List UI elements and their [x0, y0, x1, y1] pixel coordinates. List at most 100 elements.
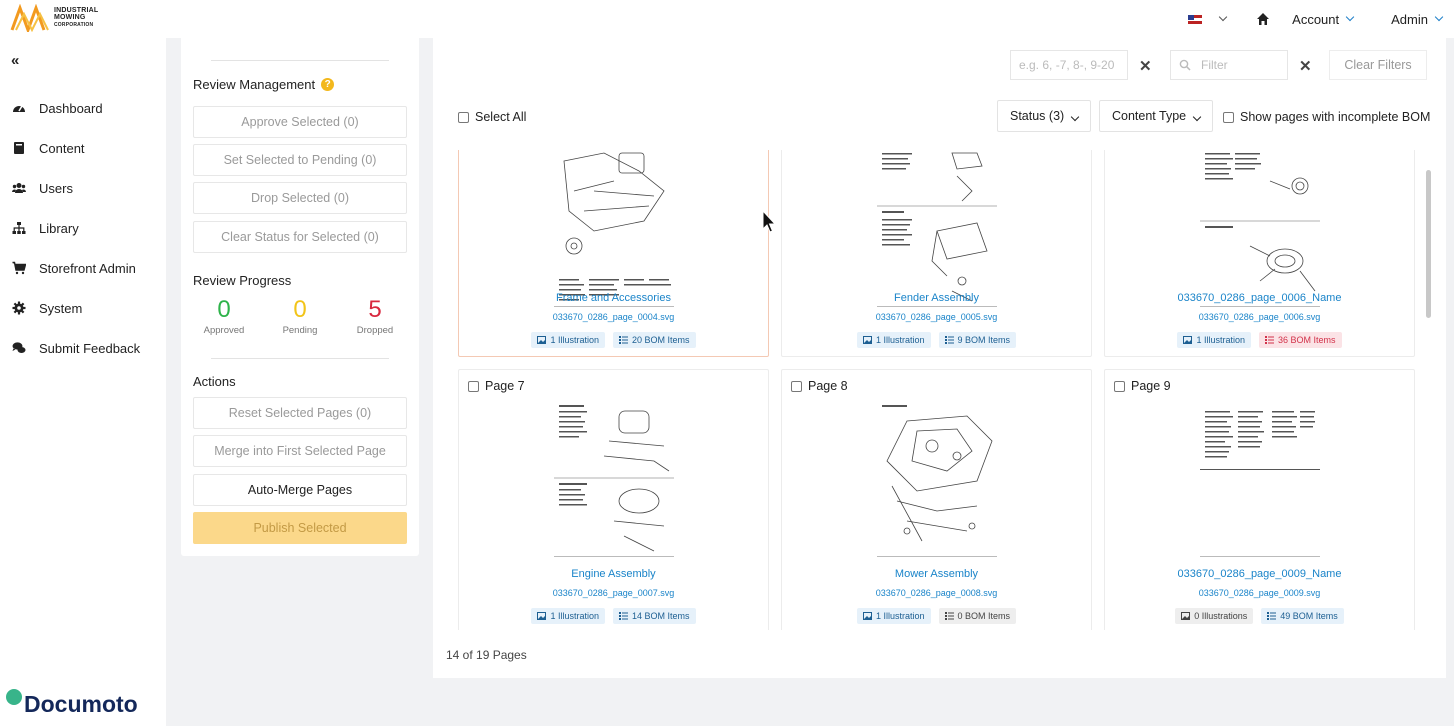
logo-line-3: CORPORATION	[54, 21, 94, 28]
publish-selected-button[interactable]: Publish Selected	[193, 512, 407, 544]
page-thumbnail[interactable]	[1200, 151, 1320, 308]
page-label: Page 8	[808, 379, 848, 393]
clear-filter-icon[interactable]: ✕	[1299, 57, 1312, 75]
sidebar-item-submit-feedback[interactable]: Submit Feedback	[0, 328, 166, 368]
clear-status-button[interactable]: Clear Status for Selected (0)	[193, 221, 407, 253]
users-icon	[12, 183, 26, 193]
checkbox-box[interactable]	[458, 112, 469, 124]
page-count: 14 of 19 Pages	[446, 648, 527, 662]
language-selector[interactable]	[1188, 12, 1228, 24]
top-nav: Account Admin	[1188, 0, 1454, 38]
card-tags: 1 Illustration 9 BOM Items	[782, 332, 1091, 348]
comments-icon	[12, 342, 26, 353]
sidebar-item-system[interactable]: System	[0, 288, 166, 328]
page-card[interactable]: Page 7 Engine Assembly 033670_0286_page_…	[458, 369, 769, 630]
checkbox-box[interactable]	[791, 381, 802, 393]
content-type-dropdown[interactable]: Content Type	[1099, 100, 1214, 132]
sidebar-item-label: Content	[39, 140, 85, 156]
page-thumbnail[interactable]	[554, 401, 674, 558]
page-thumbnail[interactable]	[877, 151, 997, 308]
illustration-count: 1 Illustration	[1196, 335, 1245, 345]
page-checkbox[interactable]: Page 8	[791, 379, 848, 393]
illustration-tag: 1 Illustration	[1177, 332, 1251, 348]
grid-scrollbar[interactable]	[1426, 170, 1431, 318]
card-title[interactable]: Frame and Accessories	[459, 292, 768, 304]
merge-pages-button[interactable]: Merge into First Selected Page	[193, 435, 407, 467]
sidebar-item-label: Users	[39, 180, 73, 196]
company-logo[interactable]: INDUSTRIAL MOWING CORPORATION	[10, 4, 98, 32]
list-icon	[619, 612, 628, 620]
image-icon	[862, 336, 872, 344]
illustration-tag: 1 Illustration	[531, 608, 605, 624]
card-title[interactable]: 033670_0286_page_0006_Name	[1105, 292, 1414, 304]
logo-mark-icon	[10, 4, 49, 32]
set-pending-button[interactable]: Set Selected to Pending (0)	[193, 144, 407, 176]
illustration-tag: 1 Illustration	[856, 608, 931, 624]
chevron-down-icon	[1070, 112, 1080, 122]
card-filename: 033670_0286_page_0006.svg	[1198, 312, 1321, 322]
pending-count: 0	[293, 296, 307, 323]
page-thumbnail[interactable]	[877, 401, 997, 558]
page-card[interactable]: Fender Assembly 033670_0286_page_0005.sv…	[781, 150, 1092, 357]
clear-filters-button[interactable]: Clear Filters	[1329, 50, 1427, 80]
page-card[interactable]: Frame and Accessories 033670_0286_page_0…	[458, 150, 769, 357]
bom-tag: 0 BOM Items	[938, 608, 1017, 624]
sidebar-item-content[interactable]: Content	[0, 128, 166, 168]
gauge-icon	[13, 105, 25, 112]
clear-range-icon[interactable]: ✕	[1139, 57, 1152, 75]
card-filename: 033670_0286_page_0004.svg	[552, 312, 675, 322]
checkbox-box[interactable]	[1223, 112, 1234, 124]
sidebar-menu: Dashboard Content Users Library Storefro…	[0, 88, 166, 368]
card-title[interactable]: 033670_0286_page_0009_Name	[1105, 568, 1414, 580]
sidebar-item-label: System	[39, 300, 83, 316]
card-title[interactable]: Fender Assembly	[782, 292, 1091, 304]
account-menu[interactable]: Account	[1292, 12, 1355, 27]
bom-tag: 49 BOM Items	[1261, 608, 1344, 624]
page-thumbnail[interactable]	[1200, 401, 1320, 558]
book-icon	[14, 142, 24, 154]
us-flag-icon	[1188, 14, 1203, 24]
bom-tag: 36 BOM Items	[1259, 332, 1342, 348]
chevron-down-icon	[1434, 12, 1444, 22]
auto-merge-button[interactable]: Auto-Merge Pages	[193, 474, 407, 506]
page-checkbox[interactable]: Page 9	[1114, 379, 1171, 393]
search-icon	[1179, 59, 1191, 71]
review-progress-title: Review Progress	[193, 273, 292, 288]
review-panel: Review Management ? Approve Selected (0)…	[181, 38, 419, 556]
select-all-checkbox[interactable]: Select All	[458, 110, 526, 124]
card-title[interactable]: Mower Assembly	[782, 568, 1091, 580]
sidebar-item-dashboard[interactable]: Dashboard	[0, 88, 166, 128]
page-card[interactable]: Page 9 033670_0286_page_0009_Name 033670…	[1104, 369, 1415, 630]
card-filename: 033670_0286_page_0005.svg	[875, 312, 998, 322]
sidebar-item-users[interactable]: Users	[0, 168, 166, 208]
page-card[interactable]: Page 8 Mower Assembly 033670_0286_page_0…	[781, 369, 1092, 630]
list-icon	[944, 612, 954, 620]
sidebar-item-label: Dashboard	[39, 100, 103, 116]
card-tags: 1 Illustration 0 BOM Items	[782, 608, 1091, 624]
reset-selected-pages-button[interactable]: Reset Selected Pages (0)	[193, 397, 407, 429]
sidebar-item-library[interactable]: Library	[0, 208, 166, 248]
image-icon	[862, 612, 872, 620]
incomplete-bom-checkbox[interactable]: Show pages with incomplete BOM	[1223, 110, 1430, 124]
illustration-tag: 1 Illustration	[531, 332, 605, 348]
home-icon[interactable]	[1256, 12, 1270, 26]
collapse-sidebar-button[interactable]: «	[11, 52, 19, 69]
page-checkbox[interactable]: Page 7	[468, 379, 525, 393]
chevron-down-icon	[1218, 12, 1228, 22]
page-range-input[interactable]: e.g. 6, -7, 8-, 9-20	[1010, 50, 1128, 80]
admin-menu[interactable]: Admin	[1391, 11, 1444, 27]
dropped-stat: 5 Dropped	[345, 297, 405, 337]
sidebar-item-storefront-admin[interactable]: Storefront Admin	[0, 248, 166, 288]
status-dropdown[interactable]: Status (3)	[997, 100, 1092, 132]
page-thumbnail[interactable]	[554, 151, 674, 308]
checkbox-box[interactable]	[468, 381, 479, 393]
illustration-count: 1 Illustration	[550, 611, 599, 621]
approve-selected-button[interactable]: Approve Selected (0)	[193, 106, 407, 138]
divider	[211, 358, 389, 359]
admin-label: Admin	[1391, 11, 1428, 27]
card-title[interactable]: Engine Assembly	[459, 568, 768, 580]
checkbox-box[interactable]	[1114, 381, 1125, 393]
drop-selected-button[interactable]: Drop Selected (0)	[193, 182, 407, 214]
help-icon[interactable]: ?	[321, 78, 335, 91]
page-card[interactable]: 033670_0286_page_0006_Name 033670_0286_p…	[1104, 150, 1415, 357]
